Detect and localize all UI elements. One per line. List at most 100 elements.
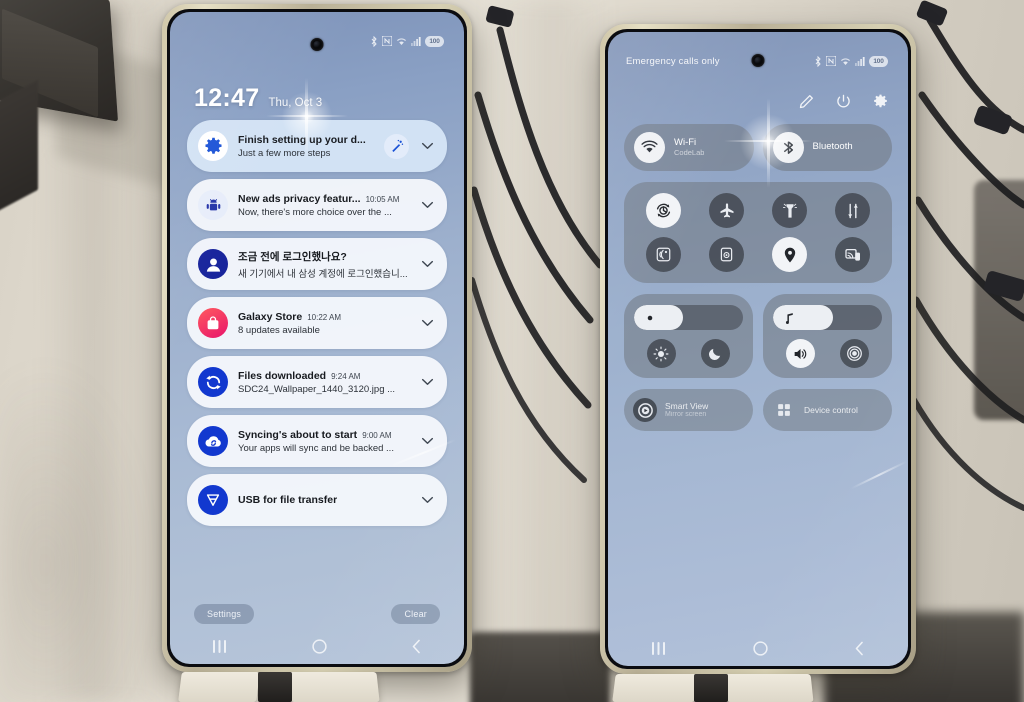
toggle-flashlight[interactable] bbox=[772, 193, 807, 228]
battery-indicator: 100 bbox=[869, 55, 888, 67]
chevron-down-icon bbox=[421, 201, 434, 208]
phone-stand-foot bbox=[612, 674, 698, 702]
recents-icon[interactable] bbox=[651, 641, 667, 655]
home-icon[interactable] bbox=[312, 638, 327, 654]
notification-title: Syncing's about to start bbox=[238, 428, 358, 441]
chevron-down-icon bbox=[421, 260, 434, 267]
quick-toggle-grid bbox=[624, 182, 892, 283]
notification-expand-button[interactable] bbox=[419, 437, 436, 445]
recents-icon[interactable] bbox=[212, 639, 228, 653]
notification-item[interactable]: Syncing's about to start 9:00 AM Your apps… bbox=[187, 415, 447, 467]
notification-time: 9:00 AM bbox=[362, 430, 392, 440]
usb-icon bbox=[198, 485, 228, 515]
phone-stand-foot bbox=[178, 672, 260, 702]
galaxy-store-icon bbox=[207, 316, 219, 330]
notification-item[interactable]: New ads privacy featur... 10:05 AM Now, th… bbox=[187, 179, 447, 231]
screen-cast-icon bbox=[844, 248, 860, 261]
magic-wand-icon[interactable] bbox=[384, 133, 409, 159]
usb-icon bbox=[206, 494, 220, 506]
auto-brightness-button[interactable] bbox=[646, 339, 676, 368]
volume-buttons bbox=[773, 339, 882, 368]
front-camera-icon bbox=[751, 54, 765, 67]
device-control-icon bbox=[772, 398, 796, 422]
connectivity-tile-wi-fi[interactable]: Wi-Fi CodeLab bbox=[624, 124, 754, 171]
bottom-tile-label: Smart View bbox=[665, 400, 709, 411]
notification-text: 새 기기에서 내 삼성 계정에 로그인했습니... bbox=[238, 268, 408, 280]
bluetooth-icon bbox=[815, 55, 821, 67]
pencil-icon[interactable] bbox=[799, 94, 814, 109]
chevron-down-icon bbox=[421, 496, 434, 503]
toggle-auto-rotate[interactable] bbox=[646, 193, 681, 228]
android-icon bbox=[206, 198, 220, 210]
notification-text: Now, there's more choice over the ... bbox=[238, 206, 392, 218]
android-icon bbox=[198, 190, 228, 220]
bluetooth-icon bbox=[783, 141, 793, 154]
smart-view-icon bbox=[633, 398, 657, 422]
settings-button[interactable]: Settings bbox=[194, 604, 255, 624]
navigation-bar bbox=[170, 628, 464, 664]
bluetooth-icon bbox=[371, 35, 377, 47]
display-scene: 100 12:47 Thu, Oct 3 Finish setting up y… bbox=[0, 0, 1024, 702]
notification-item[interactable]: Finish setting up your d... Just a few mo… bbox=[187, 120, 447, 172]
bottom-tile-device-control[interactable]: Device control bbox=[763, 389, 892, 431]
location-icon bbox=[784, 247, 795, 262]
brightness-panel bbox=[624, 294, 753, 378]
notification-item[interactable]: Galaxy Store 10:22 AM 8 updates available bbox=[187, 297, 447, 349]
right-phone-bezel: Emergency calls only 100 Wi-Fi CodeLab B… bbox=[605, 29, 911, 669]
connectivity-tile-sub: CodeLab bbox=[674, 147, 705, 157]
clear-button[interactable]: Clear bbox=[391, 604, 440, 624]
notification-item[interactable]: 조금 전에 로그인했나요? 새 기기에서 내 삼성 계정에 로그인했습니... bbox=[187, 238, 447, 290]
notification-expand-button[interactable] bbox=[419, 378, 436, 386]
toggle-nfc[interactable] bbox=[646, 237, 681, 272]
clock-row: 12:47 Thu, Oct 3 bbox=[194, 84, 440, 113]
notification-expand-button[interactable] bbox=[419, 260, 436, 268]
bottom-tile-text: Device control bbox=[804, 405, 858, 415]
carrier-text: Emergency calls only bbox=[626, 55, 720, 67]
toggle-dolby[interactable] bbox=[709, 237, 744, 272]
notification-body: USB for file transfer bbox=[238, 494, 409, 506]
back-icon[interactable] bbox=[854, 641, 865, 656]
brightness-slider[interactable] bbox=[634, 305, 743, 330]
clock-date: Thu, Oct 3 bbox=[268, 97, 323, 109]
dolby-icon bbox=[720, 247, 733, 262]
toggle-screen-cast[interactable] bbox=[835, 237, 870, 272]
device-control-icon bbox=[778, 404, 790, 416]
account-icon bbox=[198, 249, 228, 279]
power-icon[interactable] bbox=[836, 94, 851, 109]
battery-percent: 100 bbox=[429, 37, 440, 45]
bottom-tile-label: Device control bbox=[804, 404, 858, 415]
notification-title: New ads privacy featur... bbox=[238, 192, 361, 205]
brightness-dot-icon bbox=[647, 315, 653, 320]
vibrate-icon bbox=[847, 346, 863, 361]
battery-percent: 100 bbox=[873, 57, 884, 65]
vibrate-button[interactable] bbox=[840, 339, 870, 368]
notification-time: 10:22 AM bbox=[307, 312, 342, 322]
gear-icon bbox=[198, 131, 228, 161]
notification-expand-button[interactable] bbox=[419, 142, 436, 150]
notification-body: Finish setting up your d... Just a few mo… bbox=[238, 134, 374, 159]
notification-item[interactable]: USB for file transfer bbox=[187, 474, 447, 526]
files-sync-icon bbox=[205, 375, 221, 389]
notification-expand-button[interactable] bbox=[419, 496, 436, 504]
navigation-bar bbox=[608, 630, 908, 666]
bottom-tile-smart-view[interactable]: Smart View Mirror screen bbox=[624, 389, 753, 431]
toggle-data-saver[interactable] bbox=[835, 193, 870, 228]
data-saver-icon bbox=[847, 203, 858, 218]
notification-title: Finish setting up your d... bbox=[238, 133, 366, 146]
notification-expand-button[interactable] bbox=[419, 201, 436, 209]
chevron-down-icon bbox=[421, 437, 434, 444]
notification-title-line: Galaxy Store 10:22 AM bbox=[238, 311, 409, 323]
home-icon[interactable] bbox=[753, 640, 768, 656]
notification-item[interactable]: Files downloaded 9:24 AM SDC24_Wallpaper_1… bbox=[187, 356, 447, 408]
dark-mode-button[interactable] bbox=[701, 339, 731, 368]
smart-view-icon bbox=[637, 402, 653, 418]
volume-slider[interactable] bbox=[773, 305, 882, 330]
auto-brightness-icon bbox=[653, 345, 669, 362]
toggle-location[interactable] bbox=[772, 237, 807, 272]
toggle-airplane-mode[interactable] bbox=[709, 193, 744, 228]
notification-expand-button[interactable] bbox=[419, 319, 436, 327]
sound-mode-button[interactable] bbox=[785, 339, 815, 368]
connectivity-tile-bluetooth[interactable]: Bluetooth bbox=[762, 124, 892, 171]
back-icon[interactable] bbox=[411, 639, 422, 654]
gear-icon[interactable] bbox=[873, 94, 888, 109]
